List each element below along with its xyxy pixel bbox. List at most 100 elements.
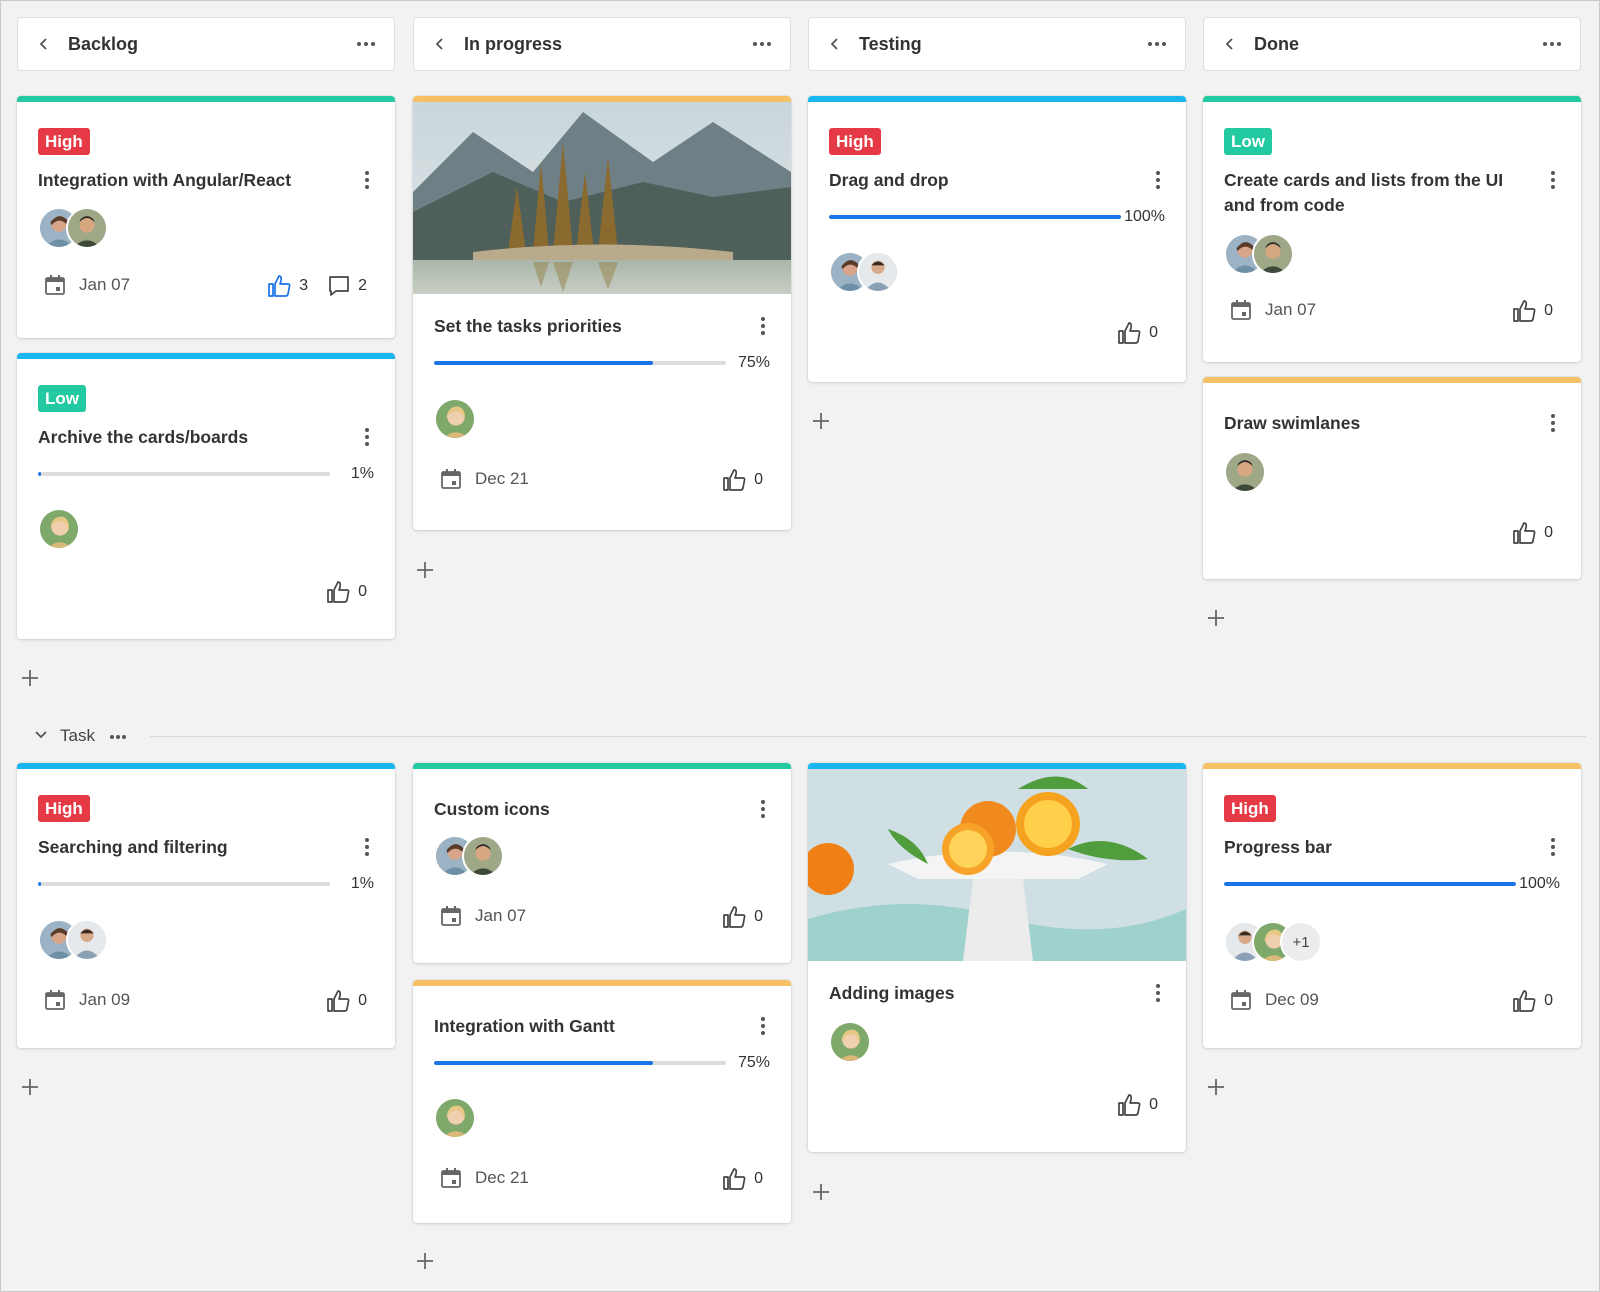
more-vertical-icon[interactable] [1150,981,1166,1005]
avatar[interactable] [462,835,504,877]
thumbs-up-icon[interactable] [1117,321,1143,345]
collapse-chevron-icon[interactable] [32,32,56,56]
thumbs-up-icon[interactable] [326,989,352,1013]
due-date[interactable]: Dec 21 [440,1167,529,1189]
card-title: Adding images [829,983,955,1003]
avatar[interactable] [1252,233,1294,275]
more-vertical-icon[interactable] [359,835,375,859]
due-date[interactable]: Dec 21 [440,468,529,490]
progress-bar: 75% [434,353,770,373]
card-title: Integration with Gantt [434,1016,615,1036]
more-horizontal-icon[interactable] [1538,32,1566,56]
priority-badge: Low [38,385,86,412]
task-card[interactable]: High Integration with Angular/React Jan … [17,96,395,338]
collapse-chevron-icon[interactable] [823,32,847,56]
priority-badge: High [38,795,90,822]
add-card-button[interactable] [810,410,832,432]
task-card[interactable]: Low Create cards and lists from the UI a… [1203,96,1581,362]
progress-percent: 100% [1124,208,1165,225]
thumbs-up-icon[interactable] [1117,1093,1143,1117]
avatar[interactable] [434,398,476,440]
calendar-icon [44,989,66,1011]
more-horizontal-icon[interactable] [1143,32,1171,56]
comment-icon[interactable] [326,274,352,298]
card-title: Set the tasks priorities [434,316,622,336]
thumbs-up-icon[interactable] [722,1167,748,1191]
thumbs-up-icon[interactable] [1512,989,1538,1013]
assignees: +1 [1224,921,1322,965]
add-card-button[interactable] [19,667,41,689]
avatar[interactable] [66,919,108,961]
task-card[interactable]: Draw swimlanes 0 [1203,377,1581,579]
progress-percent: 75% [737,354,770,371]
more-horizontal-icon[interactable] [748,32,776,56]
avatar[interactable] [434,1097,476,1139]
like-count: 0 [1544,524,1553,541]
collapse-chevron-icon[interactable] [428,32,452,56]
add-card-button[interactable] [414,1250,436,1272]
due-date-text: Jan 07 [79,275,131,294]
avatar[interactable] [829,1021,871,1063]
task-card[interactable]: Low Archive the cards/boards 1% 0 [17,353,395,639]
add-card-button[interactable] [1205,607,1227,629]
task-card[interactable]: High Progress bar 100% +1 Dec 09 0 [1203,763,1581,1048]
add-card-button[interactable] [810,1181,832,1203]
task-card[interactable]: Integration with Gantt 75% Dec 21 0 [413,980,791,1223]
due-date-text: Jan 07 [475,906,527,925]
collapse-chevron-icon[interactable] [1218,32,1242,56]
task-card[interactable]: Custom icons Jan 07 0 [413,763,791,963]
due-date[interactable]: Jan 09 [44,989,130,1011]
card-stats: 0 [1512,299,1553,323]
add-card-button[interactable] [19,1076,41,1098]
due-date[interactable]: Jan 07 [44,274,130,296]
more-vertical-icon[interactable] [359,425,375,449]
task-card[interactable]: Set the tasks priorities 75% Dec 21 0 [413,96,791,530]
card-stats: 0 [1117,321,1158,345]
calendar-icon [1230,989,1252,1011]
card-status-stripe [17,353,395,359]
thumbs-up-icon[interactable] [1512,521,1538,545]
thumbs-up-icon[interactable] [1512,299,1538,323]
collapse-chevron-icon[interactable] [34,727,48,745]
task-card[interactable]: High Drag and drop 100% 0 [808,96,1186,382]
more-vertical-icon[interactable] [1545,835,1561,859]
card-status-stripe [413,980,791,986]
avatar[interactable] [1224,451,1266,493]
like-count: 0 [1149,1096,1158,1113]
thumbs-up-icon[interactable] [267,274,293,298]
column-header-in-progress: In progress [413,17,791,71]
card-status-stripe [413,763,791,769]
thumbs-up-icon[interactable] [722,905,748,929]
more-vertical-icon[interactable] [755,314,771,338]
like-count: 0 [754,1170,763,1187]
more-vertical-icon[interactable] [359,168,375,192]
more-vertical-icon[interactable] [755,797,771,821]
card-stats: 0 [722,468,763,492]
due-date-text: Jan 09 [79,990,131,1009]
avatar[interactable] [857,251,899,293]
thumbs-up-icon[interactable] [326,580,352,604]
column-header-backlog: Backlog [17,17,395,71]
thumbs-up-icon[interactable] [722,468,748,492]
avatar[interactable] [38,508,80,550]
due-date[interactable]: Dec 09 [1230,989,1319,1011]
more-vertical-icon[interactable] [1545,411,1561,435]
like-count: 0 [1149,324,1158,341]
more-vertical-icon[interactable] [1150,168,1166,192]
column-title: Backlog [68,33,139,54]
card-cover-image [808,769,1186,961]
like-count: 0 [358,992,367,1009]
more-users-badge[interactable]: +1 [1280,921,1322,963]
avatar[interactable] [66,207,108,249]
due-date[interactable]: Jan 07 [1230,299,1316,321]
more-vertical-icon[interactable] [755,1014,771,1038]
task-card[interactable]: High Searching and filtering 1% Jan 09 0 [17,763,395,1048]
task-card[interactable]: Adding images 0 [808,763,1186,1152]
more-horizontal-icon[interactable] [109,727,127,745]
assignees [1224,451,1266,495]
due-date[interactable]: Jan 07 [440,905,526,927]
more-vertical-icon[interactable] [1545,168,1561,192]
more-horizontal-icon[interactable] [352,32,380,56]
add-card-button[interactable] [1205,1076,1227,1098]
add-card-button[interactable] [414,559,436,581]
